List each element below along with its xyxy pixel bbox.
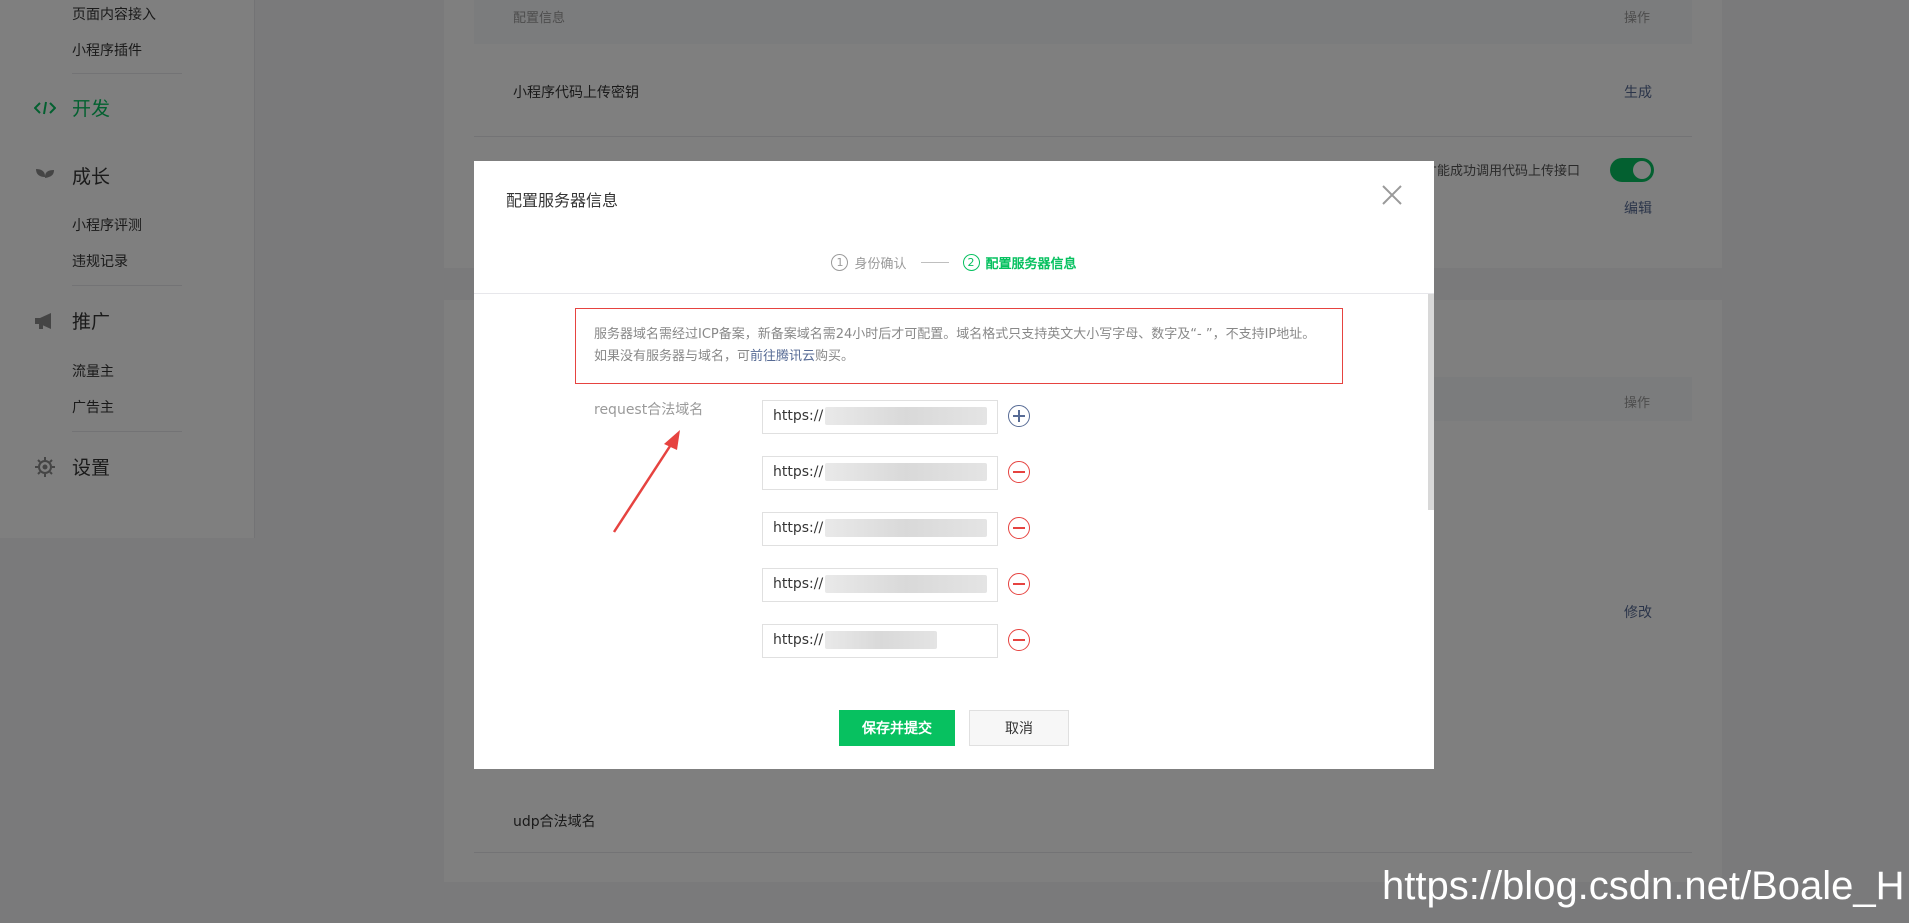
domain-input[interactable]: https:// xyxy=(762,400,998,434)
remove-domain-icon[interactable] xyxy=(1008,573,1030,595)
cancel-button[interactable]: 取消 xyxy=(969,710,1069,746)
dialog-scrollbar[interactable] xyxy=(1428,294,1434,510)
step-identity: 1 身份确认 xyxy=(831,253,907,272)
domain-input[interactable]: https:// xyxy=(762,624,998,658)
domain-prefix: https:// xyxy=(773,520,824,536)
step-number: 1 xyxy=(831,254,849,271)
dialog-divider xyxy=(474,293,1434,294)
dialog-title: 配置服务器信息 xyxy=(506,191,619,210)
step-indicator: 1 身份确认 2 配置服务器信息 xyxy=(474,253,1434,272)
domain-prefix: https:// xyxy=(773,632,824,648)
step-server-config: 2 配置服务器信息 xyxy=(962,253,1077,272)
blurred-domain xyxy=(825,631,937,649)
request-domain-label: request合法域名 xyxy=(594,402,704,418)
close-icon[interactable] xyxy=(1380,183,1404,207)
step-label: 配置服务器信息 xyxy=(985,257,1077,272)
blurred-domain xyxy=(825,519,987,537)
tencent-cloud-link[interactable]: 前往腾讯云 xyxy=(750,349,815,364)
step-number: 2 xyxy=(962,254,980,271)
watermark: https://blog.csdn.net/Boale_H xyxy=(1382,864,1905,908)
remove-domain-icon[interactable] xyxy=(1008,517,1030,539)
add-domain-icon[interactable] xyxy=(1008,405,1030,427)
blurred-domain xyxy=(825,575,987,593)
domain-input[interactable]: https:// xyxy=(762,512,998,546)
domain-input[interactable]: https:// xyxy=(762,456,998,490)
save-submit-button[interactable]: 保存并提交 xyxy=(839,710,955,746)
blurred-domain xyxy=(825,407,987,425)
domain-input[interactable]: https:// xyxy=(762,568,998,602)
scroll-clip xyxy=(474,680,1428,694)
domain-prefix: https:// xyxy=(773,464,824,480)
remove-domain-icon[interactable] xyxy=(1008,629,1030,651)
blurred-domain xyxy=(825,463,987,481)
domain-prefix: https:// xyxy=(773,408,824,424)
notice-text: 服务器域名需经过ICP备案，新备案域名需24小时后才可配置。域名格式只支持英文大… xyxy=(594,327,1316,364)
remove-domain-icon[interactable] xyxy=(1008,461,1030,483)
domain-prefix: https:// xyxy=(773,576,824,592)
notice-suffix: 购买。 xyxy=(815,349,855,364)
step-connector xyxy=(920,262,949,263)
annotation-arrow xyxy=(612,430,680,533)
step-label: 身份确认 xyxy=(854,257,907,272)
icp-notice: 服务器域名需经过ICP备案，新备案域名需24小时后才可配置。域名格式只支持英文大… xyxy=(575,308,1343,384)
